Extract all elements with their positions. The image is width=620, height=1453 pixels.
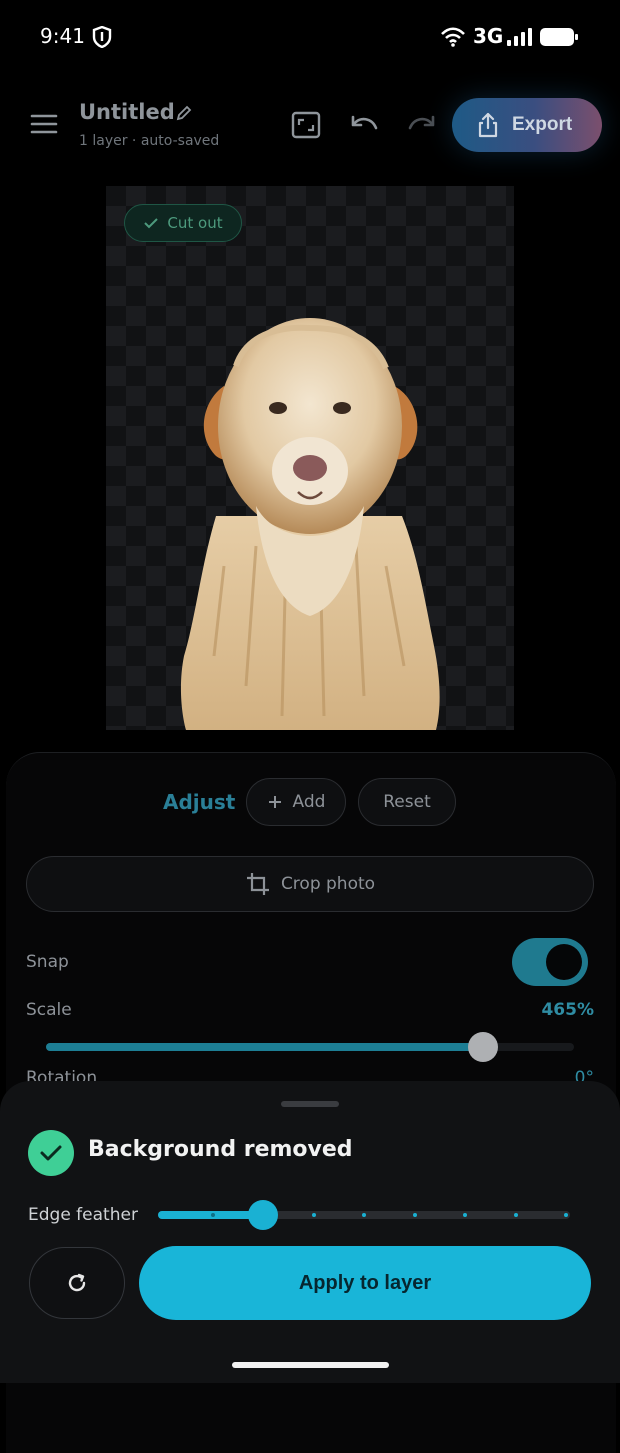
sheet-title: Background removed [88, 1137, 353, 1162]
sheet-drag-handle[interactable] [281, 1101, 339, 1107]
cutout-badge: Cut out [124, 204, 242, 242]
shield-icon [92, 26, 112, 48]
export-label: Export [512, 114, 573, 135]
bottom-sheet [0, 1081, 620, 1383]
image-canvas[interactable] [106, 186, 514, 730]
battery-icon [540, 28, 578, 46]
status-bar: 9:41 3G [0, 0, 620, 76]
home-indicator[interactable] [232, 1362, 389, 1368]
reset-label: Reset [383, 792, 431, 812]
redo-icon[interactable] [406, 112, 438, 140]
toggle-knob [546, 944, 582, 980]
tab-adjust[interactable]: Adjust [163, 790, 235, 814]
snap-label: Snap [26, 952, 69, 972]
edge-feather-step-dot [210, 1213, 215, 1217]
edge-feather-label: Edge feather [28, 1205, 138, 1225]
edge-feather-step-dot [311, 1213, 316, 1217]
fit-screen-icon[interactable] [290, 110, 322, 140]
edge-feather-step-dot [564, 1213, 568, 1217]
plus-icon [268, 796, 281, 808]
crop-icon [246, 873, 269, 895]
menu-icon[interactable] [30, 110, 58, 138]
edge-feather-step-dot [463, 1213, 467, 1217]
signal-icon [507, 28, 532, 46]
add-button[interactable]: Add [246, 778, 346, 826]
edge-feather-step-dot [362, 1213, 366, 1217]
edit-pencil-icon[interactable] [175, 104, 193, 122]
scale-value: 465% [541, 1000, 594, 1020]
dog-cutout-image[interactable] [106, 186, 514, 730]
cutout-badge-label: Cut out [167, 214, 223, 232]
undo-icon[interactable] [348, 112, 380, 140]
crop-photo-button[interactable]: Crop photo [26, 856, 594, 912]
status-time: 9:41 [40, 24, 85, 48]
network-type: 3G [473, 24, 504, 48]
refresh-icon [68, 1273, 86, 1292]
success-check-icon [28, 1130, 74, 1176]
document-subtitle: 1 layer · auto-saved [79, 133, 220, 149]
apply-to-layer-button[interactable]: Apply to layer [139, 1246, 591, 1320]
share-icon [478, 112, 498, 138]
edge-feather-step-dot [412, 1213, 417, 1217]
add-label: Add [292, 792, 326, 812]
wifi-icon [441, 27, 465, 47]
scale-slider-thumb[interactable] [468, 1032, 499, 1062]
scale-slider-fill [46, 1043, 484, 1051]
crop-label: Crop photo [280, 874, 376, 894]
snap-toggle[interactable] [512, 938, 588, 986]
export-button[interactable]: Export [452, 98, 602, 152]
checkmark-icon [144, 218, 159, 229]
reset-button[interactable]: Reset [358, 778, 456, 826]
scale-label: Scale [26, 1000, 72, 1020]
document-title[interactable]: Untitled [79, 100, 175, 124]
refresh-button[interactable] [29, 1247, 125, 1319]
edge-feather-step-dot [513, 1213, 518, 1217]
edge-feather-thumb[interactable] [248, 1200, 279, 1230]
